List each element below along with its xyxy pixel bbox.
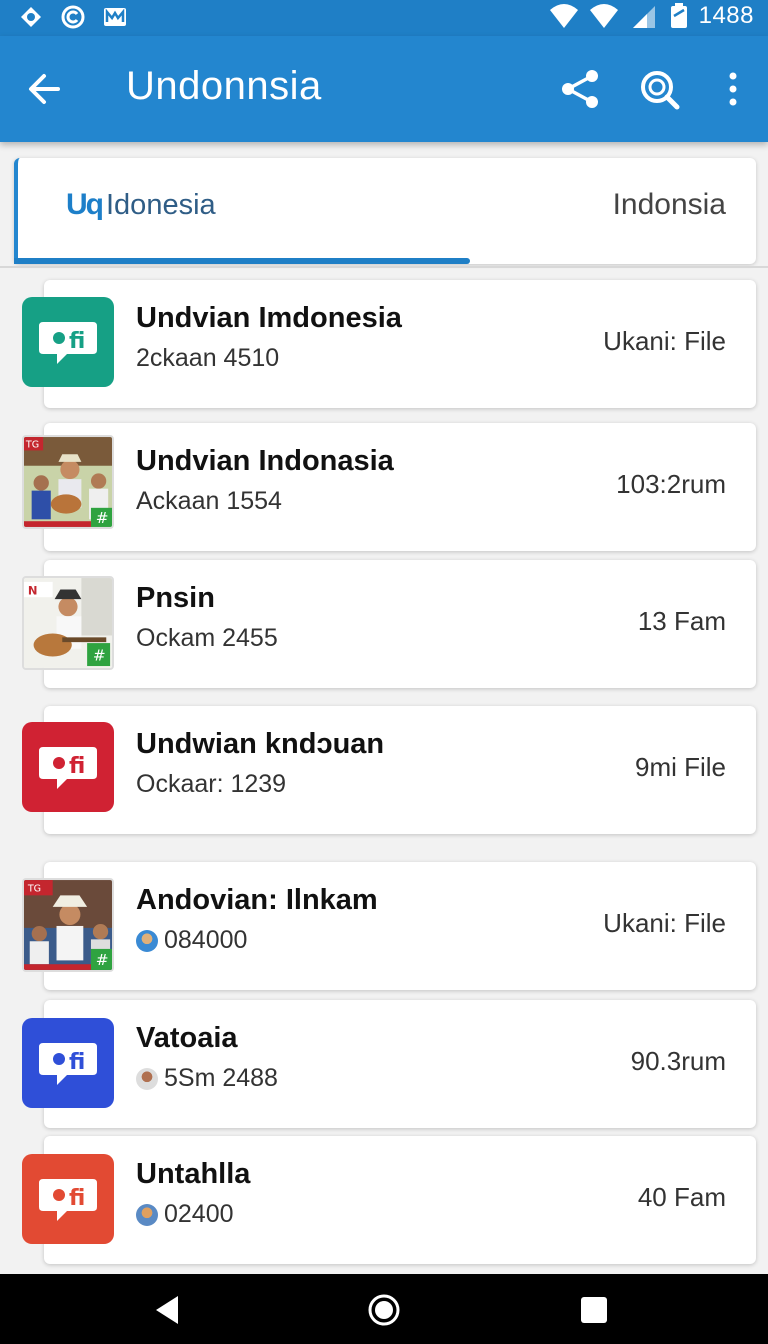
chat-icon: fi [22, 1018, 114, 1108]
item-subtitle: 02400 [136, 1200, 234, 1229]
svg-text:fi: fi [69, 329, 85, 354]
item-title: Undvian Indonasia [136, 445, 394, 477]
svg-text:#: # [93, 646, 106, 664]
list-item[interactable]: fi Untahlla 02400 40 Fam [22, 1136, 756, 1264]
share-icon[interactable] [558, 66, 604, 112]
item-subtitle: Ockam 2455 [136, 624, 278, 652]
photo-thumbnail: N # [22, 576, 114, 670]
tab-label: Idonesia [106, 188, 216, 221]
item-meta: 9mi File [634, 752, 726, 782]
back-arrow-icon[interactable] [22, 66, 68, 112]
location-icon [21, 7, 41, 27]
chat-icon: fi [22, 1154, 114, 1244]
item-title: Undwian kndɔuan [136, 728, 385, 760]
svg-text:N: N [28, 583, 38, 597]
item-subtitle: 084000 [136, 926, 247, 955]
item-meta: Ukani: File [603, 908, 726, 938]
item-meta: Ukani: File [603, 326, 726, 356]
signal-bars-icon [632, 6, 655, 28]
clock: 1488 [698, 2, 754, 29]
copyright-icon [61, 5, 85, 29]
item-meta: 103:2rum [616, 469, 726, 499]
wifi-icon [549, 4, 578, 28]
svg-text:#: # [96, 951, 109, 969]
item-title: Vatoaia [136, 1022, 238, 1054]
tab-bar: Uq Idonesia Indonsia [14, 158, 756, 264]
svg-text:TG: TG [25, 440, 39, 451]
svg-text:#: # [96, 509, 109, 527]
list-item[interactable]: fi Undwian kndɔuan Ockaar: 1239 9mi File [22, 706, 756, 834]
recents-square-icon[interactable] [576, 1292, 612, 1328]
battery-icon [670, 3, 687, 28]
item-title: Undvian Imdonesia [136, 302, 402, 334]
nav-bar [0, 1274, 768, 1344]
back-triangle-icon[interactable] [150, 1292, 186, 1328]
chat-icon: fi [22, 297, 114, 387]
more-vert-icon[interactable] [712, 66, 758, 112]
item-title: Andovian: Ilnkam [136, 884, 378, 916]
home-circle-icon[interactable] [366, 1292, 402, 1328]
svg-text:TG: TG [27, 884, 41, 895]
list-item[interactable]: TG # Undvian Indonasia Ackaan 1554 103:2r… [22, 423, 756, 551]
tab-indonsia[interactable]: Indonsia [613, 188, 726, 222]
list-item[interactable]: fi Undvian Imdonesia 2ckaan 4510 Ukani: … [22, 280, 756, 408]
item-meta: 40 Fam [637, 1182, 726, 1212]
svg-text:fi: fi [69, 1050, 85, 1075]
item-title: Pnsin [136, 582, 215, 614]
brand-logo: Uq [66, 188, 104, 221]
tab-idonesia[interactable]: Uq Idonesia [66, 188, 216, 222]
avatar [136, 929, 158, 952]
item-subtitle: Ockaar: 1239 [136, 770, 287, 798]
search-icon[interactable] [636, 66, 682, 112]
status-bar: 1488 [0, 0, 768, 36]
photo-thumbnail: TG # [22, 435, 114, 529]
list-item[interactable]: TG # Andovian: Ilnkam 084000 Ukani: File [22, 862, 756, 990]
app-bar: Undonnsia [0, 36, 768, 142]
chat-icon: fi [22, 722, 114, 812]
photo-thumbnail: TG # [22, 878, 114, 972]
svg-text:fi: fi [69, 1186, 85, 1211]
divider [0, 266, 768, 268]
signal-icon [589, 4, 618, 28]
mail-icon [104, 8, 126, 26]
avatar [136, 1067, 158, 1090]
avatar [136, 1203, 158, 1226]
item-meta: 13 Fam [637, 606, 726, 636]
item-title: Untahlla [136, 1158, 251, 1190]
svg-text:fi: fi [69, 754, 85, 779]
page-title: Undonnsia [126, 64, 322, 108]
list-item[interactable]: N # Pnsin Ockam 2455 13 Fam [22, 560, 756, 688]
list-item[interactable]: fi Vatoaia 5Sm 2488 90.3rum [22, 1000, 756, 1128]
item-meta: 90.3rum [630, 1046, 726, 1076]
item-subtitle: 2ckaan 4510 [136, 344, 280, 372]
tab-indicator [14, 258, 470, 264]
item-subtitle: 5Sm 2488 [136, 1064, 278, 1093]
item-subtitle: Ackaan 1554 [136, 487, 282, 515]
